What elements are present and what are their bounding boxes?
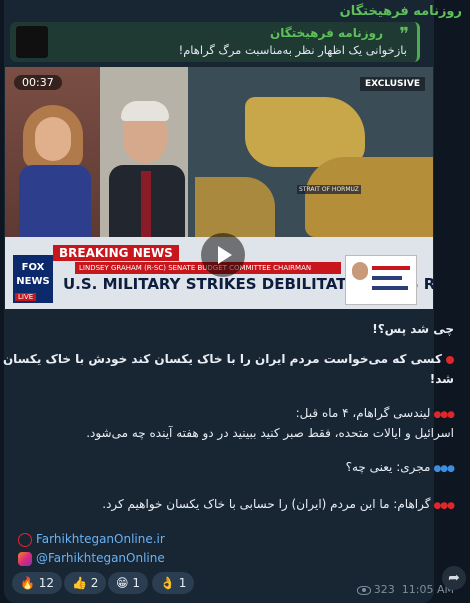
- share-icon: ➦: [448, 570, 460, 586]
- red-dots-icon: ●●●: [433, 410, 455, 420]
- reply-author: روزنامه فرهیختگان: [270, 26, 383, 40]
- video-guest-tie: [141, 171, 151, 237]
- instagram-link[interactable]: @FarhikhteganOnline: [18, 551, 165, 566]
- ok-hand-icon: 👌: [160, 576, 175, 590]
- message-line-5: اسرائیل و ایالات متحده، فقط صبر کنید ببی…: [86, 426, 454, 440]
- message-line-7-text: گراهام: ما این مردم (ایران) را حسابی با …: [102, 497, 431, 511]
- message-line-2: کسی که می‌خواست مردم ایران را با خاک یکس…: [3, 352, 454, 366]
- pip-line: [372, 286, 408, 290]
- grin-icon: 😁: [116, 576, 129, 590]
- video-guest-hair: [121, 101, 169, 121]
- message-line-6-text: مجری: یعنی چه؟: [345, 460, 431, 474]
- instagram-link-text: @FarhikhteganOnline: [36, 551, 165, 565]
- message-line-2-text: کسی که می‌خواست مردم ایران را با خاک یکس…: [2, 352, 442, 366]
- website-link[interactable]: FarhikhteganOnline.ir: [18, 532, 165, 547]
- exclusive-badge: EXCLUSIVE: [359, 77, 425, 91]
- reaction-thumbs-up[interactable]: 👍 2: [64, 572, 107, 594]
- globe-icon: [18, 532, 32, 547]
- reaction-ok-hand[interactable]: 👌 1: [152, 572, 195, 594]
- instagram-icon: [18, 551, 32, 566]
- red-circle-icon: [446, 355, 454, 364]
- message-line-1: چی شد پس؟!: [372, 322, 454, 336]
- video-anchor-body: [19, 165, 91, 237]
- video-anchor-face: [35, 117, 71, 161]
- reply-text: بازخوانی یک اظهار نظر به‌مناسبت مرگ گراه…: [178, 43, 407, 57]
- pip-line: [372, 266, 410, 270]
- reaction-count: 1: [178, 576, 187, 590]
- message-line-3: شد!: [429, 372, 454, 386]
- website-link-text: FarhikhteganOnline.ir: [36, 532, 165, 546]
- video-pip-panel: [345, 255, 417, 305]
- message-meta: 323 11:05 AM: [356, 583, 454, 596]
- reply-preview[interactable]: ❞ روزنامه فرهیختگان بازخوانی یک اظهار نظ…: [10, 22, 420, 62]
- quote-icon: ❞: [399, 24, 409, 45]
- message-line-7: ●●●گراهام: ما این مردم (ایران) را حسابی …: [102, 497, 455, 511]
- share-button[interactable]: ➦: [442, 566, 466, 590]
- breaking-news-banner: BREAKING NEWS: [53, 245, 179, 261]
- reaction-grin[interactable]: 😁 1: [108, 572, 148, 594]
- live-badge: LIVE: [15, 293, 37, 301]
- map-land: [305, 157, 433, 237]
- eye-icon: [356, 585, 371, 595]
- video-duration: 00:37: [14, 75, 62, 90]
- fire-icon: 🔥: [20, 576, 35, 590]
- map-label: STRAIT OF HORMUZ: [297, 185, 361, 194]
- view-count: 323: [373, 583, 395, 596]
- thumbs-up-icon: 👍: [72, 576, 87, 590]
- reaction-fire[interactable]: 🔥 12: [12, 572, 63, 594]
- red-dots-icon: ●●●: [433, 501, 455, 511]
- pip-line: [372, 276, 402, 280]
- message-line-4: ●●●لیندسی گراهام، ۴ ماه قبل:: [295, 406, 455, 420]
- blue-dots-icon: ●●●: [433, 464, 455, 474]
- play-icon[interactable]: [201, 233, 245, 277]
- video-player[interactable]: STRAIT OF HORMUZ EXCLUSIVE FOX NEWS LIVE…: [5, 67, 433, 309]
- message-line-4-text: لیندسی گراهام، ۴ ماه قبل:: [295, 406, 431, 420]
- message-line-6: ●●●مجری: یعنی چه؟: [345, 460, 455, 474]
- pip-face: [352, 262, 368, 280]
- reaction-count: 2: [90, 576, 99, 590]
- map-land: [195, 177, 275, 237]
- reaction-count: 12: [38, 576, 55, 590]
- reply-thumbnail: [16, 26, 48, 58]
- reaction-count: 1: [132, 576, 140, 590]
- channel-name[interactable]: روزنامه فرهیختگان: [340, 4, 462, 19]
